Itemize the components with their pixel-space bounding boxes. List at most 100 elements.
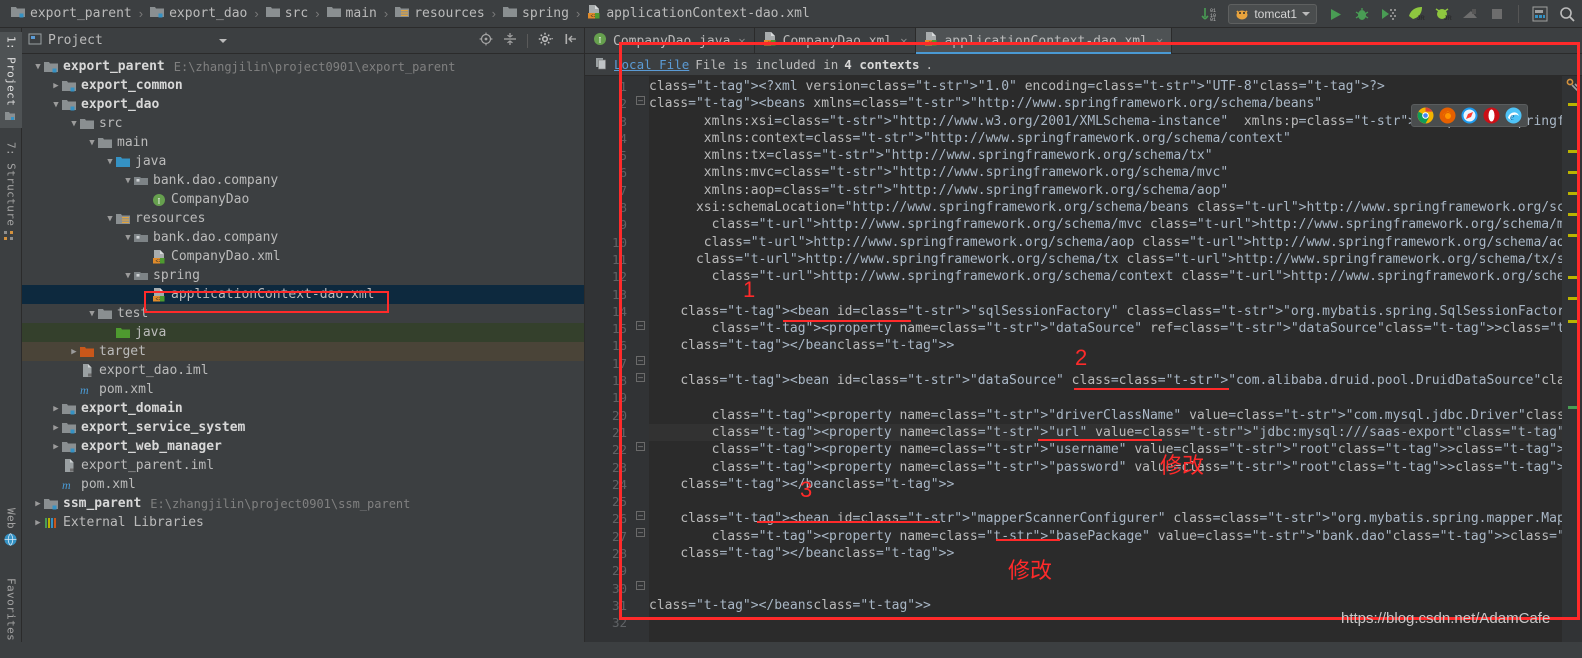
toggle-down-icon[interactable]: ▼ <box>122 233 134 243</box>
run-icon[interactable] <box>1326 5 1344 23</box>
iml-file-icon <box>80 363 94 378</box>
module-icon <box>62 421 76 435</box>
locate-icon[interactable] <box>479 32 493 50</box>
tree-node-target[interactable]: ▶ target <box>22 342 584 361</box>
tree-node-spring[interactable]: ▼ spring <box>22 266 584 285</box>
tree-node-src[interactable]: ▼ src <box>22 114 584 133</box>
toggle-right-icon[interactable]: ▶ <box>32 499 44 509</box>
tree-node-export-dao-iml[interactable]: export_dao.iml <box>22 361 584 380</box>
tree-node-export-dao[interactable]: ▼ export_dao <box>22 95 584 114</box>
browser-popup[interactable]: e <box>1411 104 1528 127</box>
module-icon <box>62 402 76 416</box>
maven-pom-icon: m <box>62 478 76 492</box>
breadcrumb-item-spring[interactable]: spring <box>500 0 572 28</box>
breadcrumb-item-main[interactable]: main <box>324 0 380 28</box>
toggle-down-icon[interactable]: ▼ <box>32 62 44 72</box>
breadcrumb-item-src[interactable]: src <box>263 0 311 28</box>
settings-gear-icon[interactable] <box>538 32 554 50</box>
toggle-down-icon[interactable]: ▼ <box>50 100 62 110</box>
svg-text:01: 01 <box>1210 17 1216 22</box>
tree-node-external-libraries[interactable]: ▶ External Libraries <box>22 513 584 532</box>
tree-node-resources[interactable]: ▼ resources <box>22 209 584 228</box>
firefox-icon[interactable] <box>1439 107 1456 124</box>
hide-icon[interactable] <box>564 32 578 50</box>
toggle-down-icon[interactable]: ▼ <box>122 271 134 281</box>
run-with-coverage-icon[interactable] <box>1380 5 1398 23</box>
breadcrumb-item-applicationcontext-dao-xml[interactable]: <> applicationContext-dao.xml <box>584 0 813 28</box>
sidebar-item-project[interactable]: 1: Project <box>0 32 22 128</box>
toggle-right-icon[interactable]: ▶ <box>50 423 62 433</box>
opera-icon[interactable] <box>1483 107 1500 124</box>
tree-node-label: main <box>117 135 149 150</box>
tree-node-java[interactable]: ▼ java <box>22 152 584 171</box>
jrebel-run-icon[interactable]: JR <box>1407 5 1425 23</box>
structure-icon <box>4 230 17 242</box>
toggle-down-icon[interactable]: ▼ <box>68 119 80 129</box>
annotation-underline-1 <box>783 320 911 322</box>
breadcrumb-label: spring <box>522 6 569 21</box>
module-icon <box>62 79 76 93</box>
jrebel-debug-icon[interactable]: JR <box>1434 5 1452 23</box>
sidebar-item-web[interactable]: Web <box>0 504 22 566</box>
chevron-down-icon[interactable] <box>1302 12 1310 16</box>
tree-node-java[interactable]: java <box>22 323 584 342</box>
toggle-down-icon[interactable]: ▼ <box>86 138 98 148</box>
toggle-right-icon[interactable]: ▶ <box>50 81 62 91</box>
stop-icon[interactable] <box>1488 5 1506 23</box>
breadcrumb-label: src <box>284 6 309 21</box>
tree-node-path: E:\zhangjilin\project0901\export_parent <box>173 59 456 74</box>
toggle-right-icon[interactable]: ▶ <box>68 347 80 357</box>
tree-node-export-parent[interactable]: ▼ export_parent E:\zhangjilin\project0901\… <box>22 57 584 76</box>
project-icon <box>5 110 17 122</box>
folder-icon <box>80 117 94 131</box>
annotation-marker-1: 1 <box>743 277 756 302</box>
toggle-down-icon[interactable]: ▼ <box>104 157 116 167</box>
update-icon[interactable]: 01 10 01 <box>1201 5 1219 23</box>
project-tree[interactable]: ▼ export_parent E:\zhangjilin\project0901\… <box>22 54 584 642</box>
toggle-right-icon[interactable]: ▶ <box>50 404 62 414</box>
debug-icon[interactable] <box>1353 5 1371 23</box>
sidebar-item-favorites[interactable]: Favorites <box>0 574 22 658</box>
tree-node-export-parent-iml[interactable]: export_parent.iml <box>22 456 584 475</box>
attach-profiler-icon[interactable] <box>1461 5 1479 23</box>
chrome-icon[interactable] <box>1417 107 1434 124</box>
toggle-down-icon[interactable]: ▼ <box>86 309 98 319</box>
run-configuration-selector[interactable]: tomcat1 <box>1228 4 1317 24</box>
breadcrumb-item-export-dao[interactable]: export_dao <box>147 0 250 28</box>
collapse-all-icon[interactable] <box>503 32 517 50</box>
tree-node-label: export_dao.iml <box>99 363 209 378</box>
tree-node-label: ssm_parent <box>63 496 142 511</box>
tree-node-export-service-system[interactable]: ▶ export_service_system <box>22 418 584 437</box>
breadcrumb-separator: › <box>491 6 496 21</box>
sidebar-item-structure[interactable]: 7: Structure <box>0 138 22 258</box>
toggle-right-icon[interactable]: ▶ <box>32 518 44 528</box>
toggle-down-icon[interactable]: ▼ <box>104 214 116 224</box>
search-icon[interactable] <box>1558 5 1576 23</box>
tree-node-bank-dao-company[interactable]: ▼ bank.dao.company <box>22 228 584 247</box>
tree-node-pom-xml[interactable]: m pom.xml <box>22 380 584 399</box>
tree-node-label: src <box>99 116 123 131</box>
layout-icon[interactable] <box>1531 5 1549 23</box>
safari-icon[interactable] <box>1461 107 1478 124</box>
toggle-down-icon[interactable]: ▼ <box>122 176 134 186</box>
tree-node-export-domain[interactable]: ▶ export_domain <box>22 399 584 418</box>
project-window-icon <box>28 32 42 50</box>
breadcrumb-separator: › <box>383 6 389 21</box>
tree-node-export-web-manager[interactable]: ▶ export_web_manager <box>22 437 584 456</box>
annotation-outer-box <box>619 42 1580 620</box>
toggle-right-icon[interactable]: ▶ <box>50 442 62 452</box>
tree-node-label: java <box>135 325 167 340</box>
breadcrumb-item-resources[interactable]: resources <box>392 0 487 28</box>
favorites-tab-label: Favorites <box>4 578 18 642</box>
tree-node-ssm-parent[interactable]: ▶ ssm_parent E:\zhangjilin\project0901\ssm… <box>22 494 584 513</box>
tree-node-companydao[interactable]: I CompanyDao <box>22 190 584 209</box>
tree-node-export-common[interactable]: ▶ export_common <box>22 76 584 95</box>
edge-icon[interactable]: e <box>1505 107 1522 124</box>
tree-node-label: CompanyDao <box>171 192 250 207</box>
tree-node-pom-xml[interactable]: m pom.xml <box>22 475 584 494</box>
tree-node-main[interactable]: ▼ main <box>22 133 584 152</box>
breadcrumb-item-export-parent[interactable]: export_parent <box>8 0 135 28</box>
tree-node-companydao-xml[interactable]: <> CompanyDao.xml <box>22 247 584 266</box>
chevron-down-icon[interactable] <box>218 38 227 43</box>
tree-node-bank-dao-company[interactable]: ▼ bank.dao.company <box>22 171 584 190</box>
